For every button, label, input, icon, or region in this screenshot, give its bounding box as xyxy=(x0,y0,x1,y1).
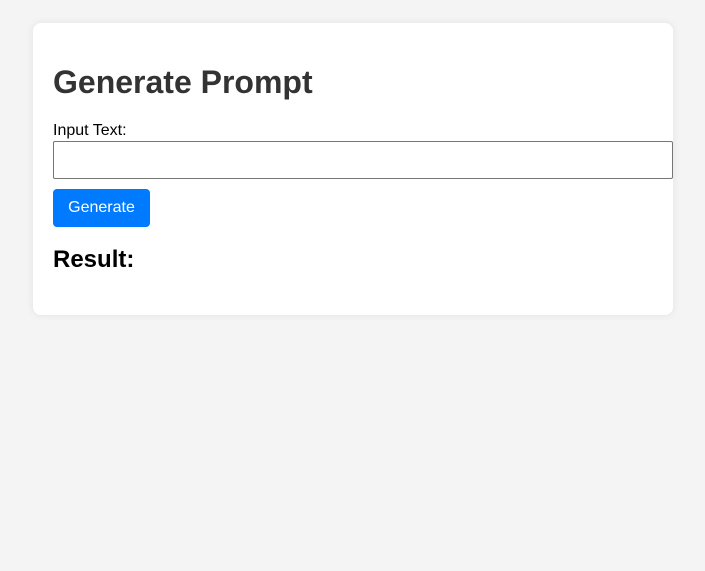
result-heading: Result: xyxy=(53,246,135,273)
generate-button[interactable]: Generate xyxy=(53,189,150,227)
input-text-label: Input Text: xyxy=(53,122,127,139)
result-output xyxy=(53,279,653,297)
prompt-card: Generate Prompt Input Text: Generate Res… xyxy=(33,23,673,315)
page-title: Generate Prompt xyxy=(53,64,313,100)
input-text-field[interactable] xyxy=(53,141,673,179)
